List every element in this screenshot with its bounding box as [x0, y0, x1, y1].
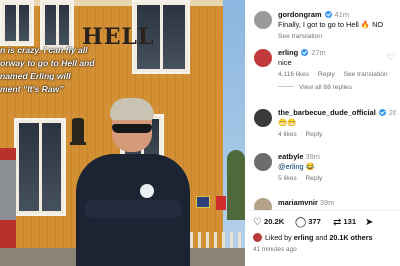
- reply-link[interactable]: Reply: [318, 71, 335, 78]
- heart-icon: ♡: [253, 217, 262, 228]
- sky: [223, 0, 245, 266]
- repost-button[interactable]: ⇄ 131: [333, 217, 356, 228]
- liked-by-line[interactable]: Liked by erling and 20.1K others: [253, 233, 373, 242]
- window: [14, 118, 66, 216]
- verified-badge-icon: [324, 11, 332, 18]
- window: [40, 0, 74, 50]
- comments-panel[interactable]: gordongram 41m Finally, I got to go to H…: [245, 0, 400, 266]
- liked-by-and: and: [315, 233, 328, 242]
- likes-count[interactable]: 4 likes: [278, 131, 297, 138]
- username[interactable]: the_barbecue_dude_official: [278, 108, 376, 117]
- comment-icon: ◯: [295, 217, 307, 228]
- post-timestamp: 41 minutes ago: [253, 246, 297, 253]
- mailbox: [216, 196, 226, 210]
- comment-body: eatbyle 39m @erling 😂 5 likes Reply: [278, 152, 396, 184]
- view-replies-link[interactable]: View all 68 replies: [278, 84, 396, 91]
- comment-header: gordongram 41m: [278, 10, 396, 20]
- avatar[interactable]: [254, 109, 272, 127]
- heart-icon[interactable]: ♡: [386, 53, 395, 62]
- comment-text: 😁😁: [278, 118, 297, 127]
- station-plate: [196, 196, 210, 208]
- comment-body: mariamvnir 39m: [278, 198, 396, 208]
- caption-line: named Erling will: [0, 71, 71, 81]
- likes-count[interactable]: 4,116 likes: [278, 71, 309, 78]
- avatar[interactable]: [254, 11, 272, 29]
- comment-meta: 4 likes Reply: [278, 130, 396, 140]
- comment-body: erling 27m nice 4,116 likes Reply See tr…: [278, 48, 396, 91]
- username[interactable]: eatbyle: [278, 152, 303, 161]
- comment-button[interactable]: ◯ 377: [295, 217, 321, 228]
- window: [0, 0, 34, 46]
- like-button[interactable]: ♡ 20.2K: [253, 217, 284, 228]
- share-button[interactable]: ➤: [365, 217, 375, 228]
- avatar[interactable]: [254, 49, 272, 67]
- comment-meta: 5 likes Reply: [278, 174, 396, 184]
- comment-text: @erling 😂: [278, 162, 315, 171]
- view-replies-label: View all 68 replies: [299, 84, 353, 91]
- person-hair: [110, 98, 154, 120]
- liked-by-user[interactable]: erling: [294, 233, 314, 242]
- comment-header: eatbyle 39m: [278, 152, 396, 162]
- username[interactable]: erling: [278, 48, 298, 57]
- vending-machine: [0, 160, 16, 220]
- verified-badge-icon: [378, 109, 386, 116]
- comment-age: 26m: [388, 108, 396, 117]
- comment-age: 27m: [311, 48, 326, 57]
- comment-age: 39m: [319, 198, 335, 207]
- comment-text: nice: [278, 58, 292, 67]
- post-action-bar: ♡ 20.2K ◯ 377 ⇄ 131 ➤: [245, 210, 400, 232]
- comments-count: 377: [308, 217, 321, 226]
- roof-trim: [0, 0, 245, 6]
- comment-meta: 4,116 likes Reply See translation: [278, 70, 396, 80]
- comment-body: the_barbecue_dude_official 26m 😁😁 4 like…: [278, 108, 396, 140]
- comment-text: Finally, I got to go to Hell 🔥 NO: [278, 20, 384, 29]
- likes-count: 20.2K: [263, 217, 285, 226]
- share-icon: ➤: [365, 217, 374, 228]
- reposts-count: 131: [343, 217, 357, 226]
- see-translation-link[interactable]: See translation: [278, 33, 322, 40]
- post-photo[interactable]: HELL n is crazy. I can fly all orway to …: [0, 0, 245, 266]
- repost-icon: ⇄: [333, 217, 342, 228]
- caption-line: orway to go to Hell and: [0, 58, 95, 68]
- jacket-logo: [140, 184, 154, 198]
- caption-line: ment “It's Raw”: [0, 84, 64, 94]
- username[interactable]: gordongram: [278, 10, 322, 19]
- comment-header: the_barbecue_dude_official 26m: [278, 108, 396, 118]
- tree: [227, 150, 245, 220]
- replies-divider: [278, 86, 294, 87]
- liked-by-others[interactable]: 20.1K others: [329, 233, 372, 242]
- reply-link[interactable]: Reply: [306, 131, 323, 138]
- caption-line: n is crazy. I can fly all: [0, 45, 88, 55]
- comment-body: gordongram 41m Finally, I got to go to H…: [278, 10, 396, 42]
- verified-badge-icon: [301, 49, 309, 56]
- overlay-caption: n is crazy. I can fly all orway to go to…: [0, 44, 118, 96]
- username[interactable]: mariamvnir: [278, 198, 318, 207]
- likes-count[interactable]: 5 likes: [278, 175, 297, 182]
- liker-avatar: [253, 233, 262, 242]
- comment-header: mariamvnir 39m: [278, 198, 396, 208]
- person: [74, 96, 192, 266]
- liked-by-prefix: Liked by: [265, 233, 292, 242]
- sunglasses: [112, 124, 152, 133]
- comment-meta: See translation: [278, 32, 396, 42]
- avatar[interactable]: [254, 153, 272, 171]
- see-translation-link[interactable]: See translation: [344, 71, 388, 78]
- reply-link[interactable]: Reply: [306, 175, 323, 182]
- comment-header: erling 27m: [278, 48, 396, 58]
- person-crossed-arms: [84, 200, 182, 218]
- comment-age: 41m: [334, 10, 350, 19]
- comment-age: 39m: [305, 152, 320, 161]
